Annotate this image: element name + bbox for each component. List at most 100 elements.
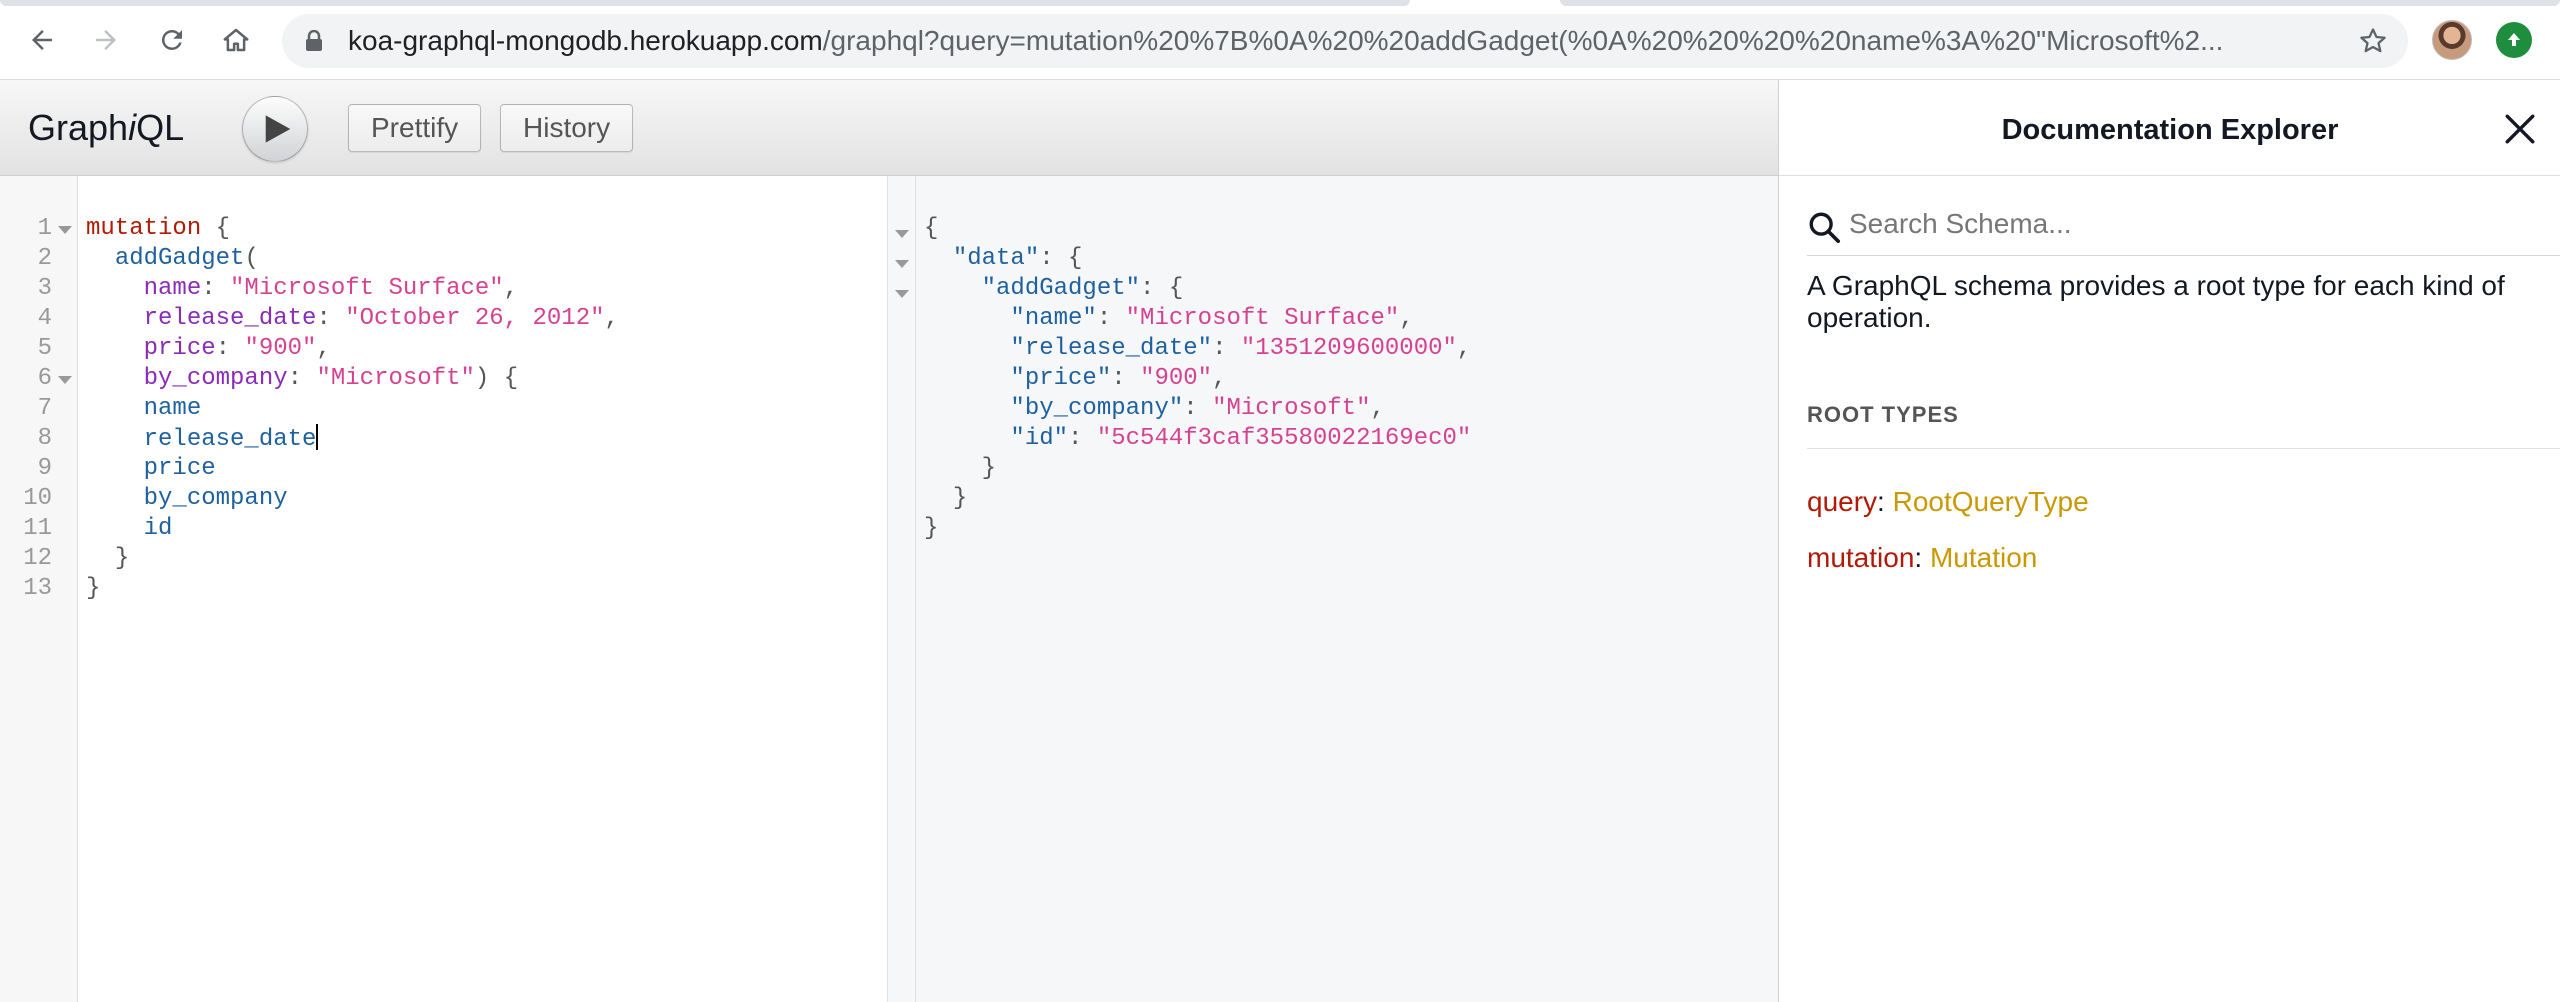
punctuation-token: , [503,275,519,302]
arrow-up-icon [2508,33,2520,46]
back-button[interactable] [20,18,64,62]
argument-token: by_company [143,365,288,392]
root-type-link[interactable]: Mutation [1930,542,2037,573]
docs-title: Documentation Explorer [2001,114,2339,146]
result-line: "price": "900", [924,364,1226,394]
home-button[interactable] [214,18,258,62]
line-number: 8 [37,425,52,452]
code-line: } [86,544,129,574]
profile-avatar[interactable] [2432,20,2472,60]
punctuation-token: : [1096,305,1126,332]
result-line: "release_date": "1351209600000", [924,334,1471,364]
logo-text-italic: i [128,107,137,148]
root-type-link[interactable]: RootQueryType [1893,486,2089,517]
punctuation-token: : [287,365,317,392]
star-icon[interactable] [2358,26,2388,56]
field-token: addGadget [114,245,245,272]
punctuation-token: : [215,335,245,362]
execute-query-button[interactable] [242,96,308,162]
result-line: } [924,454,996,484]
punctuation-token: { [201,215,231,242]
punctuation-token: , [604,305,619,332]
result-line: "data": { [924,244,1083,274]
separator: : [1877,486,1893,517]
field-token: release_date [143,426,317,453]
punctuation-token: : { [1039,245,1083,272]
reload-icon [161,29,182,50]
line-number: 7 [37,395,52,422]
line-number: 4 [37,305,52,332]
root-type-mutation: mutation: Mutation [1807,540,2037,576]
line-number: 1 [37,215,52,242]
field-token: by_company [143,485,288,512]
line-number-gutter: 1 2 3 4 5 6 7 8 9 10 11 12 13 [0,176,78,1002]
code-line: release_date: "October 26, 2012", [86,304,619,334]
punctuation-token: , [1370,395,1385,422]
update-icon[interactable] [2496,22,2532,58]
json-value-token: "5c544f3caf35580022169ec0" [1096,425,1472,452]
punctuation-token: , [316,335,331,362]
punctuation-token: : [1111,365,1141,392]
result-viewer[interactable]: { "data": { "addGadget": { "name": "Micr… [888,176,1778,1002]
fold-marker-icon[interactable] [895,260,909,268]
close-icon[interactable] [2503,112,2537,146]
fold-marker-icon[interactable] [895,230,909,238]
json-key-token: "price" [1010,365,1112,392]
code-line: release_date [86,424,319,454]
json-key-token: "data" [952,245,1040,272]
result-line: "by_company": "Microsoft", [924,394,1385,424]
json-key-token: "by_company" [1010,395,1184,422]
root-types-heading: ROOT TYPES [1807,402,1959,427]
reload-button[interactable] [150,18,194,62]
result-line: } [924,514,938,544]
code-line: price: "900", [86,334,331,364]
punctuation-token: { [924,215,939,242]
divider [1807,448,2560,449]
punctuation-token: , [1456,335,1472,362]
result-line: { [924,214,938,244]
query-editor[interactable]: 1 2 3 4 5 6 7 8 9 10 11 12 13 mutation {… [0,176,888,1002]
fold-marker-icon[interactable] [58,226,72,234]
forward-button[interactable] [84,18,128,62]
line-number: 10 [23,485,52,512]
code-line: id [86,514,173,544]
json-value-token: "Microsoft Surface" [1125,305,1400,332]
code-line: by_company [86,484,288,514]
line-number: 13 [23,575,52,602]
prettify-button[interactable]: Prettify [348,104,482,152]
code-line: price [86,454,216,484]
punctuation-token: } [981,455,997,482]
line-number: 9 [37,455,52,482]
field-token: name [143,395,202,422]
line-number: 3 [37,275,52,302]
text-cursor [316,424,319,450]
punctuation-token: : [201,275,231,302]
logo-text-suffix: QL [136,107,185,148]
string-token: "Microsoft Surface" [230,275,504,302]
punctuation-token: , [1212,365,1227,392]
search-input[interactable] [1849,202,2539,246]
punctuation-token: ) { [474,365,519,392]
code-line: name [86,394,202,424]
punctuation-token: : [1068,425,1097,452]
address-bar[interactable]: koa-graphql-mongodb.herokuapp.com/graphq… [282,14,2408,68]
fold-marker-icon[interactable] [58,376,72,384]
url-text[interactable]: koa-graphql-mongodb.herokuapp.com/graphq… [348,14,2248,68]
code-line: mutation { [86,214,230,244]
result-gutter [888,176,916,1002]
fold-marker-icon[interactable] [895,290,909,298]
punctuation-token: } [952,485,968,512]
history-button[interactable]: History [500,104,634,152]
